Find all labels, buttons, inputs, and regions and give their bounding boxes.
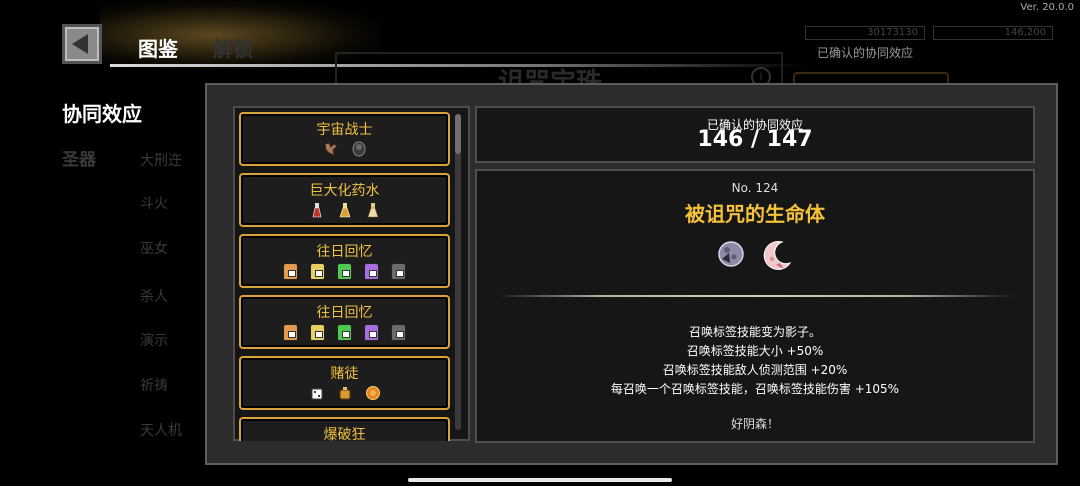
bag-green-icon: [337, 263, 352, 280]
effect-line: 召唤标签技能敌人侦测范围 +20%: [662, 363, 848, 377]
nav-synergy[interactable]: 协同效应: [62, 98, 142, 127]
card-title: 往日回忆: [316, 244, 373, 260]
effect-line: 每召唤一个召唤标签技能，召唤标签技能伤害 +105%: [610, 382, 900, 396]
list-scrollbar[interactable]: [455, 114, 461, 430]
crescent-moon-icon: [760, 239, 794, 277]
bag-green-icon: [337, 324, 352, 341]
nav-sub-item: 演示: [140, 333, 168, 349]
effect-line: 召唤标签技能变为影子。: [688, 325, 821, 339]
bag-yellow-icon: [310, 263, 325, 280]
moon-orb-icon: [716, 239, 746, 277]
coin-icon: [365, 385, 381, 401]
dice-icon: [309, 385, 325, 401]
page-title: 图鉴: [138, 37, 178, 61]
synergy-card-gambler[interactable]: 赌徒: [239, 356, 450, 410]
bag-purple-icon: [364, 263, 379, 280]
list-clip: [233, 441, 470, 447]
coin-bag-icon: [337, 385, 353, 401]
background-synergy-label: 已确认的协同效应: [817, 46, 914, 60]
version-label: Ver. 20.0.0: [1020, 2, 1074, 13]
home-indicator[interactable]: [408, 478, 672, 482]
nav-sub-item: 大刑迕: [140, 153, 182, 169]
currency-stat-1: 30173130: [805, 26, 925, 40]
bag-yellow-icon: [310, 324, 325, 341]
nav-sub-item: 杀人: [140, 289, 168, 305]
nav-sub-item: 斗火: [140, 196, 168, 212]
fist-icon: [323, 141, 339, 157]
unlock-tab[interactable]: 解锁: [213, 33, 253, 62]
nav-sub-item: 巫女: [140, 241, 168, 257]
back-arrow-icon: [72, 34, 88, 54]
flavor-text: 好阴森！: [730, 417, 779, 431]
bag-orange-icon: [283, 263, 298, 280]
card-title: 宇宙战士: [316, 122, 373, 138]
effect-line: 召唤标签技能大小 +50%: [686, 344, 824, 358]
nav-sub-item: 祈祷: [140, 378, 168, 394]
synergy-card-giant-potion[interactable]: 巨大化药水: [239, 173, 450, 227]
back-button[interactable]: [62, 24, 102, 64]
nav-sub-item: 天人机: [140, 423, 182, 439]
bag-orange-icon: [283, 324, 298, 341]
synergy-count-box: 已确认的协同效应 146 / 147: [475, 106, 1035, 163]
synergy-name: 被诅咒的生命体: [685, 202, 825, 226]
potion-gold-icon: [337, 202, 353, 218]
detail-divider: [497, 295, 1013, 297]
card-title: 巨大化药水: [309, 183, 380, 199]
potion-red-icon: [309, 202, 325, 218]
card-title: 往日回忆: [316, 305, 373, 321]
synergy-card-cosmic-warrior[interactable]: 宇宙战士: [239, 112, 450, 166]
synergy-card-memories-1[interactable]: 往日回忆: [239, 234, 450, 288]
synergy-card-memories-2[interactable]: 往日回忆: [239, 295, 450, 349]
scroll-thumb[interactable]: [455, 114, 461, 154]
nav-relics[interactable]: 圣器: [62, 145, 96, 170]
boot-icon: [351, 141, 367, 157]
synergy-detail: No. 124 被诅咒的生命体 召唤标签技能变为影子。 召唤标签技能大小 +50…: [475, 169, 1035, 443]
synergy-number: No. 124: [731, 181, 779, 195]
bag-grey-icon: [391, 263, 406, 280]
card-title: 赌徒: [330, 366, 359, 382]
flask-icon: [365, 202, 381, 218]
bag-purple-icon: [364, 324, 379, 341]
bag-grey-icon: [391, 324, 406, 341]
count-value: 146 / 147: [697, 127, 813, 152]
currency-stat-2: 146,200: [933, 26, 1053, 40]
effects-list: 召唤标签技能变为影子。 召唤标签技能大小 +50% 召唤标签技能敌人侦测范围 +…: [477, 323, 1033, 399]
